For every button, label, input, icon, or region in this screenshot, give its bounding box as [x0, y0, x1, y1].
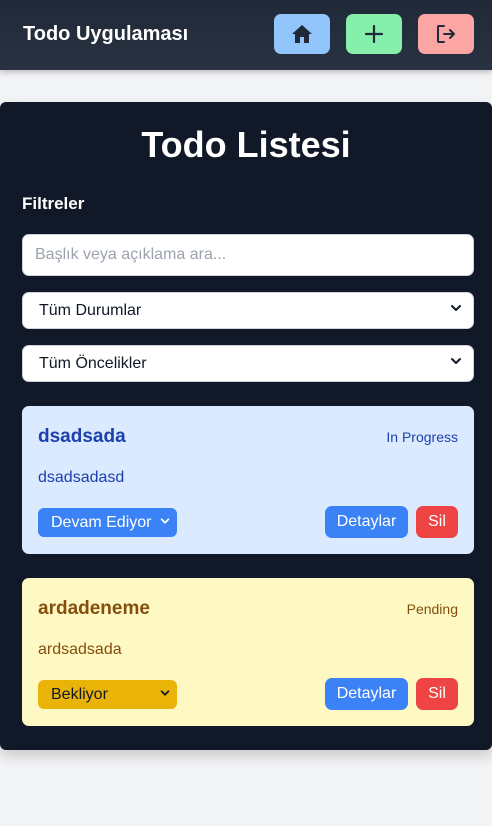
status-filter-select[interactable]: Tüm Durumlar	[22, 292, 474, 329]
delete-button[interactable]: Sil	[416, 506, 458, 538]
top-navbar: Todo Uygulaması	[0, 0, 492, 70]
todo-card: ardadeneme Pending ardsadsada Bekliyor D…	[22, 578, 474, 726]
todo-status-select-value: Devam Ediyor	[51, 513, 152, 531]
todo-status-select[interactable]: Bekliyor	[38, 680, 177, 709]
plus-icon	[364, 24, 384, 44]
todo-panel: Todo Listesi Filtreler Tüm Durumlar Tüm …	[0, 102, 492, 750]
search-input[interactable]	[22, 234, 474, 276]
todo-title: dsadsada	[38, 426, 126, 447]
todo-status-select[interactable]: Devam Ediyor	[38, 508, 177, 537]
todo-status-label: In Progress	[386, 429, 458, 445]
chevron-down-icon	[159, 514, 171, 532]
page-title: Todo Listesi	[141, 124, 351, 165]
logout-icon	[435, 23, 457, 45]
home-icon	[291, 24, 313, 44]
chevron-down-icon	[449, 301, 463, 320]
todo-description: dsadsadasd	[38, 469, 125, 486]
chevron-down-icon	[449, 354, 463, 373]
todo-status-select-value: Bekliyor	[51, 685, 108, 703]
priority-filter-select[interactable]: Tüm Öncelikler	[22, 345, 474, 382]
logout-button[interactable]	[418, 14, 474, 54]
todo-card: dsadsada In Progress dsadsadasd Devam Ed…	[22, 406, 474, 554]
priority-filter-value: Tüm Öncelikler	[39, 354, 147, 372]
details-button[interactable]: Detaylar	[325, 678, 408, 710]
add-todo-button[interactable]	[346, 14, 402, 54]
app-brand[interactable]: Todo Uygulaması	[23, 22, 188, 46]
chevron-down-icon	[159, 686, 171, 704]
todo-description: ardsadsada	[38, 641, 122, 658]
todo-title: ardadeneme	[38, 598, 150, 619]
delete-button[interactable]: Sil	[416, 678, 458, 710]
details-button[interactable]: Detaylar	[325, 506, 408, 538]
home-button[interactable]	[274, 14, 330, 54]
filters-heading: Filtreler	[22, 194, 85, 213]
todo-status-label: Pending	[406, 601, 458, 617]
status-filter-value: Tüm Durumlar	[39, 301, 142, 319]
